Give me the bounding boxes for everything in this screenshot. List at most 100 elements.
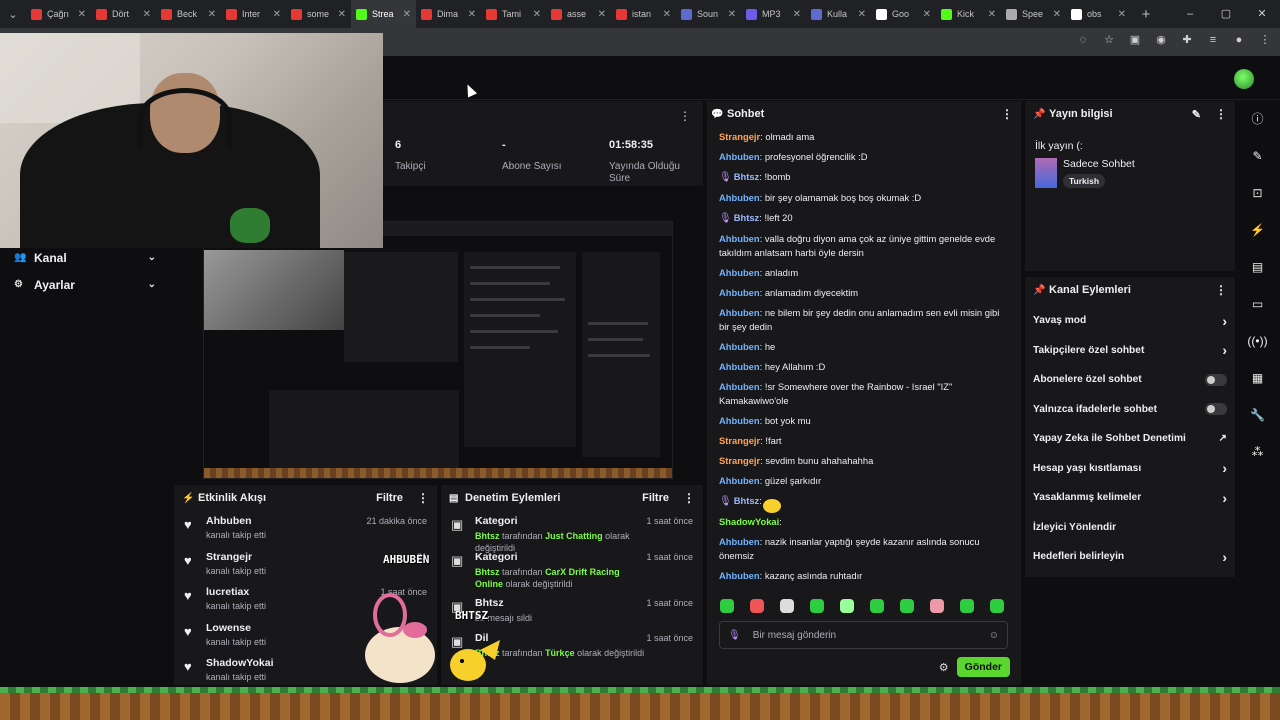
emote-icon[interactable] (900, 599, 914, 613)
emote-icon[interactable] (840, 599, 854, 613)
more-options-icon[interactable]: ⋮ (679, 109, 691, 123)
browser-tab[interactable]: Dört ✕ (91, 0, 156, 28)
channel-action-item[interactable]: Yapay Zeka ile Sohbet Denetimi ↗ (1025, 424, 1235, 454)
chat-username[interactable]: Ahbuben (719, 475, 760, 486)
broadcast-icon[interactable]: ((•)) (1240, 323, 1275, 360)
channel-action-item[interactable]: Hedefleri belirleyin › (1025, 542, 1235, 572)
tab-close-icon[interactable]: ✕ (208, 9, 216, 20)
emote-icon[interactable] (960, 599, 974, 613)
chat-username[interactable]: Ahbuben (719, 570, 760, 581)
tab-close-icon[interactable]: ✕ (793, 9, 801, 20)
emote-icon[interactable] (870, 599, 884, 613)
toggle-switch[interactable] (1205, 373, 1227, 386)
browser-tab[interactable]: Soun ✕ (676, 0, 741, 28)
chat-username[interactable]: Ahbuben (719, 381, 760, 392)
mod-action-item[interactable]: ▣ Kategori Bhtsz tarafından Just Chatting … (441, 511, 703, 553)
browser-tab[interactable]: Kick ✕ (936, 0, 1001, 28)
info-icon[interactable]: ⓘ (1240, 101, 1275, 138)
more-options-icon[interactable]: ⋮ (683, 491, 695, 505)
emoji-icon[interactable]: ☺ (989, 630, 999, 641)
chat-username[interactable]: Ahbuben (719, 536, 760, 547)
chat-username[interactable]: Ahbuben (719, 233, 760, 244)
chat-username[interactable]: Ahbuben (719, 415, 760, 426)
tab-close-icon[interactable]: ✕ (468, 9, 476, 20)
activity-feed-item[interactable]: ♥ Ahbuben kanalı takip etti 21 dakika önce (174, 511, 437, 547)
chat-username[interactable]: ShadowYokai (719, 516, 779, 527)
channel-action-item[interactable]: Yavaş mod › (1025, 306, 1235, 336)
tab-close-icon[interactable]: ✕ (143, 9, 151, 20)
browser-tab[interactable]: Strea ✕ (351, 0, 416, 28)
tab-search-button[interactable]: ⌄ (0, 0, 26, 28)
chat-username[interactable]: Strangejr (719, 435, 760, 446)
tab-close-icon[interactable]: ✕ (988, 9, 996, 20)
chat-username[interactable]: Ahbuben (719, 361, 760, 372)
minimize-button[interactable]: – (1172, 0, 1208, 28)
browser-tab[interactable]: Spee ✕ (1001, 0, 1066, 28)
chat-username[interactable]: Bhtsz (734, 212, 760, 223)
tab-close-icon[interactable]: ✕ (533, 9, 541, 20)
translate-icon[interactable]: ▣ (1128, 33, 1142, 47)
toggle-switch[interactable] (1205, 403, 1227, 416)
layout-icon[interactable]: ▦ (1240, 360, 1275, 397)
browser-tab[interactable]: Inter ✕ (221, 0, 286, 28)
tag-badge[interactable]: Turkish (1063, 174, 1106, 188)
chat-input[interactable]: 🎙 Bir mesaj gönderin ☺ (719, 621, 1008, 649)
chat-icon[interactable]: ▭ (1240, 286, 1275, 323)
browser-tab[interactable]: Çağrı ✕ (26, 0, 91, 28)
browser-menu-icon[interactable]: ⋮ (1258, 33, 1272, 47)
tab-close-icon[interactable]: ✕ (598, 9, 606, 20)
chat-settings-icon[interactable]: ⚙ (939, 661, 949, 674)
document-icon[interactable]: ▤ (1240, 249, 1275, 286)
user-avatar[interactable] (1234, 69, 1254, 89)
chat-username[interactable]: Ahbuben (719, 151, 760, 162)
feed-item-username[interactable]: Ahbuben (206, 511, 366, 527)
chat-username[interactable]: Bhtsz (734, 171, 760, 182)
channel-action-item[interactable]: Yasaklanmış kelimeler › (1025, 483, 1235, 513)
eye-off-icon[interactable]: ◌ (1076, 33, 1090, 47)
chat-username[interactable]: Ahbuben (719, 307, 760, 318)
more-options-icon[interactable]: ⋮ (1001, 107, 1013, 121)
browser-tab[interactable]: Goo ✕ (871, 0, 936, 28)
tab-close-icon[interactable]: ✕ (858, 9, 866, 20)
sidebar-item-ayarlar[interactable]: ⚙ Ayarlar ⌄ (0, 271, 170, 298)
browser-tab[interactable]: istan ✕ (611, 0, 676, 28)
tab-close-icon[interactable]: ✕ (728, 9, 736, 20)
mod-item-user[interactable]: Bhtsz (475, 567, 500, 577)
more-options-icon[interactable]: ⋮ (417, 491, 429, 505)
browser-tab[interactable]: asse ✕ (546, 0, 611, 28)
reading-list-icon[interactable]: ≡ (1206, 33, 1220, 47)
browser-tab[interactable]: Tami ✕ (481, 0, 546, 28)
pen-icon[interactable]: ✎ (1240, 138, 1275, 175)
more-options-icon[interactable]: ⋮ (1215, 107, 1227, 121)
emote-icon[interactable] (810, 599, 824, 613)
browser-tab[interactable]: obs ✕ (1066, 0, 1131, 28)
bookmark-star-icon[interactable]: ☆ (1102, 33, 1116, 47)
lightning-icon[interactable]: ⚡ (1240, 212, 1275, 249)
browser-tab[interactable]: Dima ✕ (416, 0, 481, 28)
users-icon[interactable]: ⁂ (1240, 434, 1275, 471)
channel-action-item[interactable]: Abonelere özel sohbet (1025, 365, 1235, 395)
more-options-icon[interactable]: ⋮ (1215, 283, 1227, 297)
chat-username[interactable]: Ahbuben (719, 267, 760, 278)
tab-close-icon[interactable]: ✕ (1118, 9, 1126, 20)
wrench-icon[interactable]: 🔧 (1240, 397, 1275, 434)
category-thumbnail[interactable] (1035, 158, 1057, 188)
emote-icon[interactable] (750, 599, 764, 613)
browser-tab[interactable]: MP3 ✕ (741, 0, 806, 28)
emote-icon[interactable] (930, 599, 944, 613)
channel-action-item[interactable]: Yalnızca ifadelerle sohbet (1025, 395, 1235, 425)
chat-username[interactable]: Ahbuben (719, 192, 760, 203)
mod-item-user[interactable]: Bhtsz (475, 531, 500, 541)
mod-filter-button[interactable]: Filtre (642, 492, 669, 504)
emote-icon[interactable] (780, 599, 794, 613)
chat-username[interactable]: Ahbuben (719, 287, 760, 298)
chat-username[interactable]: Ahbuben (719, 341, 760, 352)
channel-action-item[interactable]: Hesap yaşı kısıtlaması › (1025, 454, 1235, 484)
maximize-button[interactable]: ▢ (1208, 0, 1244, 28)
chat-username[interactable]: Bhtsz (734, 495, 760, 506)
close-window-button[interactable]: ✕ (1244, 0, 1280, 28)
channel-action-item[interactable]: Takipçilere özel sohbet › (1025, 336, 1235, 366)
sidebar-item-kanal[interactable]: 👥 Kanal ⌄ (0, 244, 170, 271)
stream-preview[interactable] (203, 221, 673, 479)
new-tab-button[interactable]: + (1131, 6, 1161, 23)
